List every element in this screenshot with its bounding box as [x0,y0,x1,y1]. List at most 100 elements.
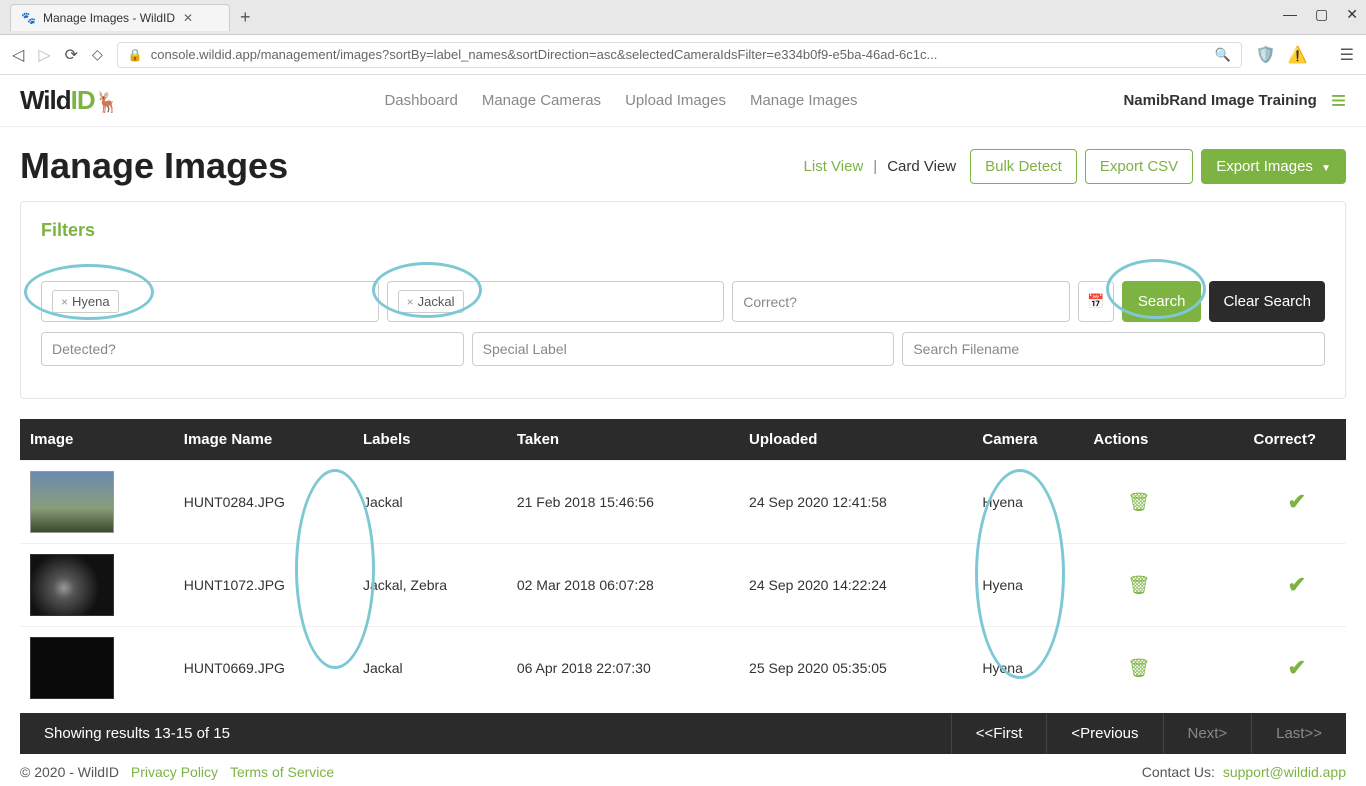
results-table-wrap: Image Image Name Labels Taken Uploaded C… [20,419,1346,709]
reload-icon[interactable]: ⟳ [65,45,78,65]
col-image[interactable]: Image [20,419,174,461]
browser-chrome: — ▢ ✕ 🐾 Manage Images - WildID ✕ + [0,0,1366,35]
menu-icon[interactable]: ☰ [1340,45,1354,65]
col-correct[interactable]: Correct? [1194,419,1346,461]
cell-name: HUNT0284.JPG [174,461,353,544]
close-tab-icon[interactable]: ✕ [183,11,193,25]
footer: © 2020 - WildID Privacy Policy Terms of … [0,754,1366,786]
logo[interactable]: WildID🦌 [20,85,119,116]
pager-last[interactable]: Last>> [1251,713,1346,754]
detected-filter-input[interactable] [41,332,464,366]
thumbnail[interactable] [30,637,114,699]
brave-shield-icon[interactable]: 🛡️ [1256,45,1276,65]
app-header: WildID🦌 Dashboard Manage Cameras Upload … [0,75,1366,127]
export-csv-button[interactable]: Export CSV [1085,149,1193,184]
footer-terms-link[interactable]: Terms of Service [230,764,334,780]
cell-taken: 21 Feb 2018 15:46:56 [507,461,739,544]
cell-name: HUNT1072.JPG [174,544,353,627]
address-bar-row: ◁ ▷ ⟳ ◇ 🔒 console.wildid.app/management/… [0,35,1366,75]
col-camera[interactable]: Camera [972,419,1083,461]
col-actions[interactable]: Actions [1083,419,1194,461]
remove-tag-icon[interactable]: × [61,295,68,309]
browser-tab[interactable]: 🐾 Manage Images - WildID ✕ [10,4,230,31]
footer-contact-email[interactable]: support@wildid.app [1223,764,1346,780]
table-row: HUNT0669.JPG Jackal 06 Apr 2018 22:07:30… [20,627,1346,710]
filter-tag-jackal[interactable]: × Jackal [398,290,464,313]
remove-tag-icon[interactable]: × [407,295,414,309]
thumbnail[interactable] [30,471,114,533]
pager-next[interactable]: Next> [1163,713,1252,754]
view-toggle: List View | Card View [804,158,957,175]
logo-silhouette-icon: 🦌 [95,92,119,114]
maximize-icon[interactable]: ▢ [1315,6,1328,23]
tab-title: Manage Images - WildID [43,11,175,25]
check-icon[interactable]: ✔ [1288,489,1306,514]
close-window-icon[interactable]: ✕ [1346,6,1358,23]
nav-dashboard[interactable]: Dashboard [384,92,457,109]
search-in-page-icon[interactable]: 🔍 [1215,47,1231,63]
tag-label: Hyena [72,294,110,309]
filter-tag-hyena[interactable]: × Hyena [52,290,119,313]
check-icon[interactable]: ✔ [1288,655,1306,680]
trash-icon[interactable]: 🗑 [1127,658,1150,678]
nav-manage-images[interactable]: Manage Images [750,92,858,109]
correct-filter-input[interactable] [732,281,1070,322]
nav-upload-images[interactable]: Upload Images [625,92,726,109]
cell-uploaded: 24 Sep 2020 14:22:24 [739,544,972,627]
col-labels[interactable]: Labels [353,419,507,461]
favicon-icon: 🐾 [21,11,35,25]
col-name[interactable]: Image Name [174,419,353,461]
cell-labels: Jackal [353,461,507,544]
thumbnail[interactable] [30,554,114,616]
url-input[interactable]: 🔒 console.wildid.app/management/images?s… [117,42,1242,68]
export-images-button[interactable]: Export Images ▼ [1201,149,1346,184]
cell-camera: Hyena [972,544,1083,627]
table-row: HUNT1072.JPG Jackal, Zebra 02 Mar 2018 0… [20,544,1346,627]
caret-down-icon: ▼ [1321,163,1331,174]
lock-icon: 🔒 [128,48,143,62]
forward-icon[interactable]: ▷ [38,45,50,65]
footer-contact-label: Contact Us: [1142,764,1215,780]
cell-uploaded: 24 Sep 2020 12:41:58 [739,461,972,544]
footer-privacy-link[interactable]: Privacy Policy [131,764,218,780]
date-filter-button[interactable]: 📅 [1078,281,1114,322]
logo-part1: Wild [20,85,71,115]
col-uploaded[interactable]: Uploaded [739,419,972,461]
account-name[interactable]: NamibRand Image Training [1123,92,1316,109]
bookmark-icon[interactable]: ◇ [92,46,103,63]
tag-label: Jackal [418,294,455,309]
col-taken[interactable]: Taken [507,419,739,461]
check-icon[interactable]: ✔ [1288,572,1306,597]
filename-filter-input[interactable] [902,332,1325,366]
view-toggle-separator: | [873,158,877,175]
calendar-icon: 📅 [1087,293,1104,310]
pager-prev[interactable]: <Previous [1046,713,1162,754]
results-table: Image Image Name Labels Taken Uploaded C… [20,419,1346,709]
pager-info: Showing results 13-15 of 15 [20,713,951,754]
trash-icon[interactable]: 🗑 [1127,492,1150,512]
footer-copyright: © 2020 - WildID [20,764,119,780]
back-icon[interactable]: ◁ [12,45,24,65]
card-view-link[interactable]: Card View [887,158,956,175]
cell-name: HUNT0669.JPG [174,627,353,710]
pager-first[interactable]: <<First [951,713,1047,754]
bulk-detect-button[interactable]: Bulk Detect [970,149,1077,184]
minimize-icon[interactable]: — [1283,6,1297,23]
search-button[interactable]: Search [1122,281,1202,322]
camera-filter-input[interactable]: × Hyena [41,281,379,322]
warning-icon[interactable]: ⚠️ [1288,45,1308,65]
special-label-filter-input[interactable] [472,332,895,366]
title-row: Manage Images List View | Card View Bulk… [0,127,1366,201]
trash-icon[interactable]: 🗑 [1127,575,1150,595]
new-tab-button[interactable]: + [230,3,261,32]
label-filter-input[interactable]: × Jackal [387,281,725,322]
nav-manage-cameras[interactable]: Manage Cameras [482,92,601,109]
cell-taken: 02 Mar 2018 06:07:28 [507,544,739,627]
clear-search-button[interactable]: Clear Search [1209,281,1325,322]
cell-labels: Jackal, Zebra [353,544,507,627]
filters-panel: Filters × Hyena × Jackal 📅 Search Clear … [20,201,1346,399]
list-view-link[interactable]: List View [804,158,864,175]
url-text: console.wildid.app/management/images?sor… [151,47,1207,62]
hamburger-icon[interactable]: ≡ [1331,85,1346,116]
table-row: HUNT0284.JPG Jackal 21 Feb 2018 15:46:56… [20,461,1346,544]
